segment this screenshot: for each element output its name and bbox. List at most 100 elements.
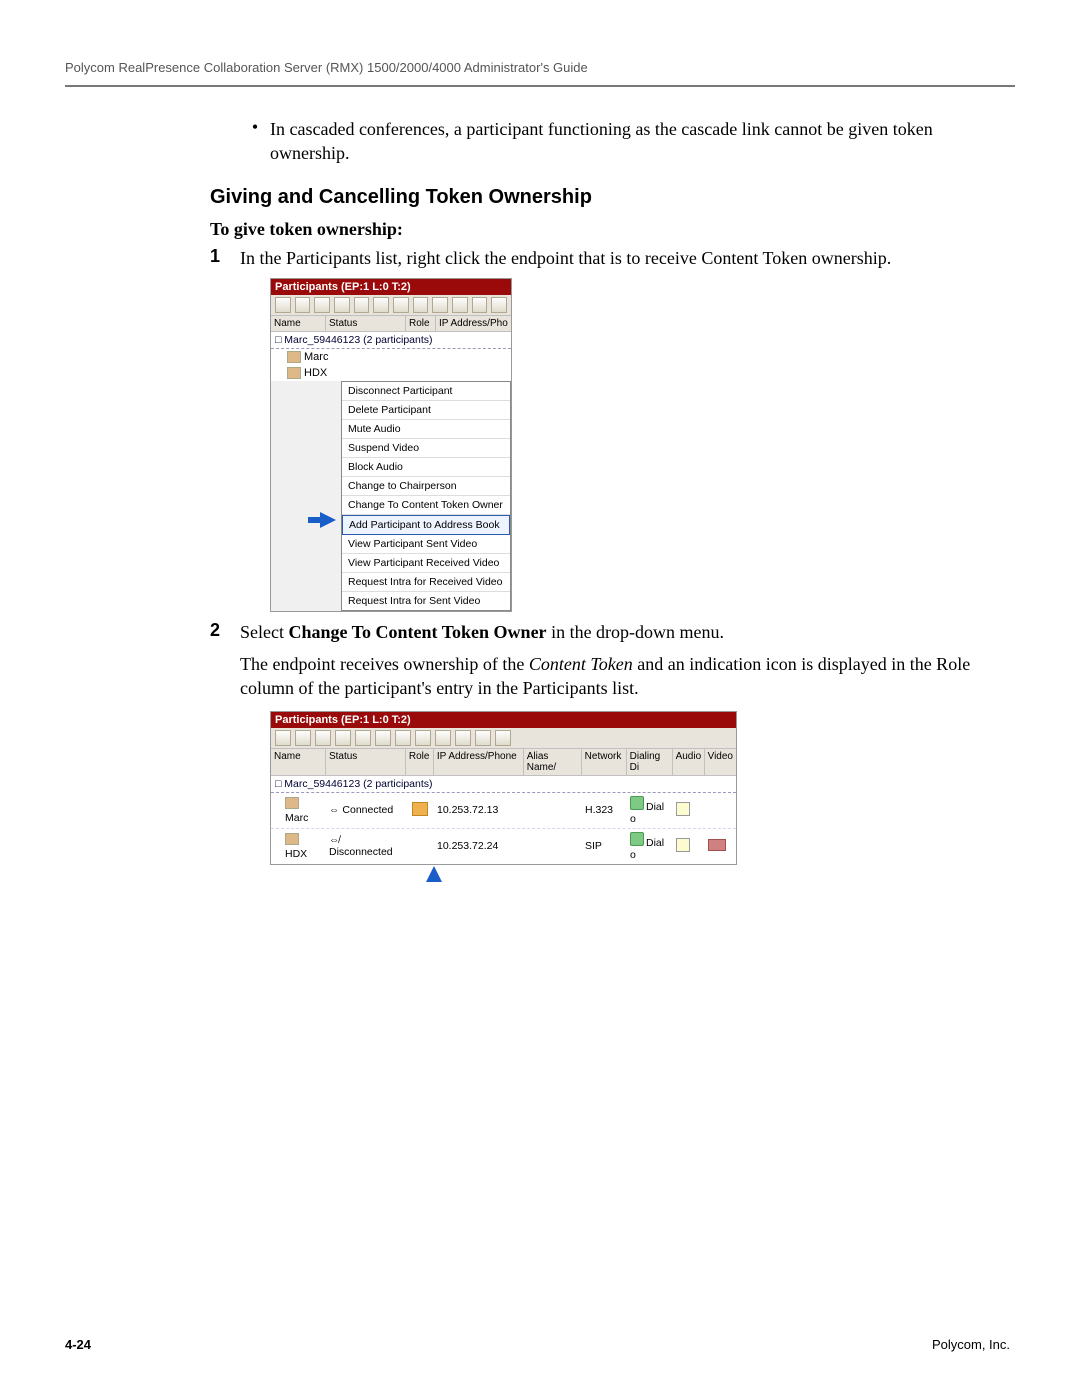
doc-header: Polycom RealPresence Collaboration Serve… <box>65 60 1015 75</box>
menu-item-intra-sent[interactable]: Request Intra for Sent Video <box>342 592 510 610</box>
participant-name: HDX <box>285 848 307 860</box>
status-text: Connected <box>342 804 393 816</box>
menu-item-block-audio[interactable]: Block Audio <box>342 458 510 477</box>
col-status[interactable]: Status <box>326 749 406 775</box>
participant-row[interactable]: HDX ⇎ Disconnected 10.253.72.24 SIP Dial… <box>271 829 736 864</box>
toolbar-icon[interactable] <box>295 297 311 313</box>
participant-row[interactable]: Marc <box>271 349 511 365</box>
toolbar-icon[interactable] <box>295 730 311 746</box>
ip-text: 10.253.72.13 <box>434 801 524 819</box>
menu-item-view-sent-video[interactable]: View Participant Sent Video <box>342 535 510 554</box>
toolbar-icon[interactable] <box>373 297 389 313</box>
toolbar-icon[interactable] <box>491 297 507 313</box>
endpoint-icon <box>287 367 301 379</box>
col-name[interactable]: Name <box>271 316 326 331</box>
menu-item-mute-audio[interactable]: Mute Audio <box>342 420 510 439</box>
toolbar-icon[interactable] <box>415 730 431 746</box>
column-headers: Name Status Role IP Address/Phone Alias … <box>271 749 736 776</box>
col-network[interactable]: Network <box>582 749 627 775</box>
toolbar-icon[interactable] <box>355 730 371 746</box>
col-alias[interactable]: Alias Name/ <box>524 749 582 775</box>
network-text: SIP <box>582 837 627 855</box>
token-owner-icon <box>412 802 428 816</box>
context-menu: Disconnect Participant Delete Participan… <box>341 381 511 611</box>
col-role[interactable]: Role <box>406 749 434 775</box>
callout-arrow-icon <box>320 512 336 528</box>
group-row[interactable]: □ Marc_59446123 (2 participants) <box>271 332 511 349</box>
panel-title: Participants (EP:1 L:0 T:2) <box>271 279 511 295</box>
toolbar-icon[interactable] <box>472 297 488 313</box>
participant-name: Marc <box>304 351 328 363</box>
toolbar-icon[interactable] <box>375 730 391 746</box>
group-row[interactable]: □ Marc_59446123 (2 participants) <box>271 776 736 793</box>
toolbar-icon[interactable] <box>395 730 411 746</box>
text-fragment: in the drop-down menu. <box>547 622 724 642</box>
dial-icon <box>630 796 644 810</box>
page-footer: 4-24 Polycom, Inc. <box>65 1337 1010 1352</box>
menu-item-change-token-owner[interactable]: Change To Content Token Owner <box>342 496 510 515</box>
group-label: Marc_59446123 (2 participants) <box>284 778 432 790</box>
step-2: 2 Select Change To Content Token Owner i… <box>210 620 985 701</box>
endpoint-icon <box>285 833 299 845</box>
endpoint-icon <box>285 797 299 809</box>
toolbar-icon[interactable] <box>275 730 291 746</box>
step-text: In the Participants list, right click th… <box>240 246 985 270</box>
participants-panel-2: Participants (EP:1 L:0 T:2) Name Status … <box>270 711 737 865</box>
text-italic: Content Token <box>529 654 633 674</box>
toolbar-icon[interactable] <box>275 297 291 313</box>
col-ip[interactable]: IP Address/Pho <box>436 316 511 331</box>
toolbar-icon[interactable] <box>393 297 409 313</box>
menu-item-delete[interactable]: Delete Participant <box>342 401 510 420</box>
text-fragment: The endpoint receives ownership of the <box>240 654 529 674</box>
callout-arrow-icon <box>426 866 442 882</box>
col-ip[interactable]: IP Address/Phone <box>434 749 524 775</box>
col-role[interactable]: Role <box>406 316 436 331</box>
participant-row[interactable]: Marc ⇔ Connected 10.253.72.13 H.323 Dial… <box>271 793 736 829</box>
video-icon <box>708 839 726 851</box>
participant-row[interactable]: HDX <box>271 365 511 381</box>
participant-name: Marc <box>285 812 308 824</box>
col-name[interactable]: Name <box>271 749 326 775</box>
toolbar-icon[interactable] <box>314 297 330 313</box>
participants-panel-1: Participants (EP:1 L:0 T:2) Name Status … <box>270 278 512 612</box>
toolbar-icon[interactable] <box>335 730 351 746</box>
toolbar-icon[interactable] <box>413 297 429 313</box>
toolbar-icon[interactable] <box>475 730 491 746</box>
procedure-heading: To give token ownership: <box>210 219 985 240</box>
network-text: H.323 <box>582 801 627 819</box>
toolbar-icon[interactable] <box>334 297 350 313</box>
step-1: 1 In the Participants list, right click … <box>210 246 985 270</box>
company-name: Polycom, Inc. <box>932 1337 1010 1352</box>
page-number: 4-24 <box>65 1337 91 1352</box>
menu-item-suspend-video[interactable]: Suspend Video <box>342 439 510 458</box>
col-dialing[interactable]: Dialing Di <box>627 749 673 775</box>
ip-text: 10.253.72.24 <box>434 837 524 855</box>
toolbar-icon[interactable] <box>452 297 468 313</box>
col-video[interactable]: Video <box>705 749 736 775</box>
bullet-marker: • <box>240 117 270 137</box>
status-text: Disconnected <box>329 846 393 858</box>
bullet-item: • In cascaded conferences, a participant… <box>240 117 985 166</box>
audio-icon <box>676 838 690 852</box>
toolbar-icon[interactable] <box>455 730 471 746</box>
menu-item-add-to-addressbook[interactable]: Add Participant to Address Book <box>342 515 510 535</box>
panel-toolbar <box>271 295 511 316</box>
menu-item-view-received-video[interactable]: View Participant Received Video <box>342 554 510 573</box>
toolbar-icon[interactable] <box>315 730 331 746</box>
section-heading: Giving and Cancelling Token Ownership <box>210 186 985 209</box>
text-bold: Change To Content Token Owner <box>288 622 546 642</box>
toolbar-icon[interactable] <box>354 297 370 313</box>
toolbar-icon[interactable] <box>432 297 448 313</box>
step-number: 1 <box>210 246 240 267</box>
panel-toolbar <box>271 728 736 749</box>
col-status[interactable]: Status <box>326 316 406 331</box>
toolbar-icon[interactable] <box>435 730 451 746</box>
col-audio[interactable]: Audio <box>673 749 705 775</box>
menu-item-intra-received[interactable]: Request Intra for Received Video <box>342 573 510 592</box>
step-text: Select Change To Content Token Owner in … <box>240 620 985 701</box>
menu-item-disconnect[interactable]: Disconnect Participant <box>342 382 510 401</box>
divider <box>65 85 1015 87</box>
menu-item-change-chairperson[interactable]: Change to Chairperson <box>342 477 510 496</box>
text-fragment: Select <box>240 622 288 642</box>
toolbar-icon[interactable] <box>495 730 511 746</box>
